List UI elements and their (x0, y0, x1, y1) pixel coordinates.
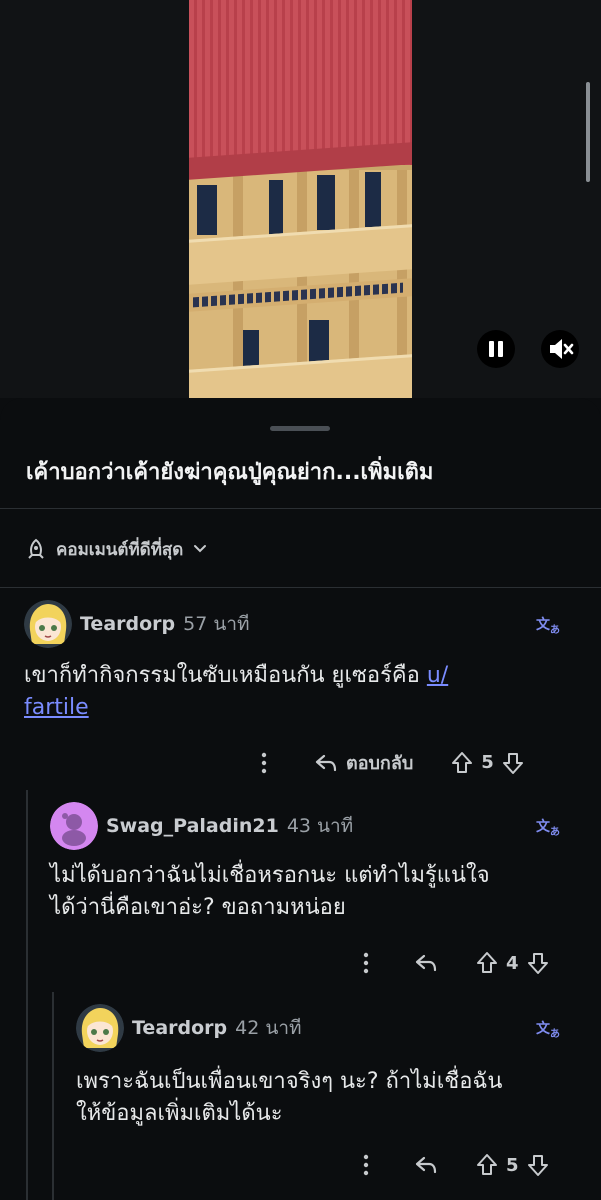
comment-text: ไม่ได้บอกว่าฉันไม่เชื่อหรอกนะ แต่ทำไมรู้… (50, 863, 490, 888)
avatar[interactable] (50, 802, 98, 850)
vote-score: 4 (506, 952, 519, 974)
comment-text: เขาก็ทำกิจกรรมในซับเหมือนกัน ยูเซอร์คือ (24, 663, 427, 688)
video-frame[interactable] (189, 0, 412, 398)
downvote-icon[interactable] (502, 751, 524, 775)
sheet-drag-handle[interactable] (270, 426, 330, 431)
comment-author-row: Teardorp 42 นาที (76, 1004, 584, 1052)
comment-text: เพราะฉันเป็นเพื่อนเขาจริงๆ นะ? ถ้าไม่เชื… (76, 1069, 503, 1094)
comment-actions: ตอบกลับ 5 (256, 748, 524, 777)
user-link-continued[interactable]: fartile (24, 695, 89, 720)
more-options-icon[interactable] (358, 1153, 374, 1177)
post-title[interactable]: เค้าบอกว่าเค้ายังฆ่าคุณปู่คุณย่าก...เพิ่… (26, 454, 433, 489)
sort-label: คอมเมนต์ที่ดีที่สุด (56, 539, 184, 560)
comment-actions: 5 (358, 1153, 549, 1177)
pause-button[interactable] (477, 330, 515, 368)
avatar-image (76, 1004, 124, 1052)
reply-icon (315, 754, 337, 771)
reply-button[interactable]: ตอบกลับ (314, 748, 413, 777)
video-roof (189, 0, 412, 165)
avatar[interactable] (24, 600, 72, 648)
reply-icon[interactable] (414, 952, 438, 974)
video-player[interactable] (0, 0, 601, 398)
divider (0, 587, 601, 588)
comment-text-line2: ให้ข้อมูลเพิ่มเติมได้นะ (76, 1101, 283, 1126)
reply-icon[interactable] (414, 1154, 438, 1176)
comment-actions: 4 (358, 951, 549, 975)
more-options-icon[interactable] (358, 951, 374, 975)
comment-time: 57 นาที (183, 613, 250, 635)
video-window (269, 180, 283, 235)
upvote-icon[interactable] (476, 1153, 498, 1177)
pause-icon (489, 341, 494, 357)
translate-icon[interactable]: 文あ (536, 614, 560, 636)
comment-text-line2: ได้ว่านี่คือเขาอ่ะ? ขอถามหน่อย (50, 895, 346, 920)
pause-icon-bar (498, 341, 503, 357)
more-options-icon[interactable] (256, 751, 272, 775)
video-window (317, 175, 335, 230)
reply-label: ตอบกลับ (346, 753, 414, 774)
comment: Teardorp 42 นาที 文あ เพราะฉันเป็นเพื่อนเข… (76, 1004, 584, 1126)
comment-username[interactable]: Teardorp (132, 1017, 227, 1039)
upvote-icon[interactable] (451, 751, 473, 775)
comment-username[interactable]: Swag_Paladin21 (106, 815, 279, 837)
comment-body: ไม่ได้บอกว่าฉันไม่เชื่อหรอกนะ แต่ทำไมรู้… (50, 860, 584, 924)
divider (0, 508, 601, 509)
user-link[interactable]: u/ (427, 663, 448, 688)
volume-mute-icon (550, 339, 574, 359)
comment: Swag_Paladin21 43 นาที 文あ ไม่ได้บอกว่าฉั… (50, 802, 584, 920)
comment: Teardorp 57 นาที 文あ เขาก็ทำกิจกรรมในซับเ… (24, 600, 584, 720)
translate-icon[interactable]: 文あ (536, 816, 560, 838)
avatar-image (24, 600, 72, 648)
scrollbar[interactable] (586, 82, 590, 182)
comment-time: 43 นาที (286, 815, 354, 837)
avatar-image (50, 802, 98, 850)
comment-time: 42 นาที (235, 1017, 302, 1039)
comment-username[interactable]: Teardorp (80, 613, 175, 635)
comment-author-row: Teardorp 57 นาที (24, 600, 584, 648)
vote-score: 5 (506, 1154, 519, 1176)
downvote-icon[interactable] (527, 951, 549, 975)
video-pillar (233, 170, 243, 398)
translate-icon[interactable]: 文あ (536, 1018, 560, 1040)
video-window (365, 172, 381, 227)
chevron-down-icon (194, 545, 207, 553)
comment-author-row: Swag_Paladin21 43 นาที (50, 802, 584, 850)
video-window (197, 185, 217, 235)
rocket-icon (28, 538, 44, 559)
upvote-icon[interactable] (476, 951, 498, 975)
downvote-icon[interactable] (527, 1153, 549, 1177)
sort-dropdown[interactable]: คอมเมนต์ที่ดีที่สุด (26, 536, 207, 562)
thread-line[interactable] (26, 790, 28, 1200)
vote-score: 5 (481, 752, 494, 773)
avatar[interactable] (76, 1004, 124, 1052)
thread-line[interactable] (52, 992, 54, 1200)
mute-button[interactable] (541, 330, 579, 368)
comment-body: เขาก็ทำกิจกรรมในซับเหมือนกัน ยูเซอร์คือ … (24, 660, 564, 724)
comment-body: เพราะฉันเป็นเพื่อนเขาจริงๆ นะ? ถ้าไม่เชื… (76, 1066, 584, 1130)
